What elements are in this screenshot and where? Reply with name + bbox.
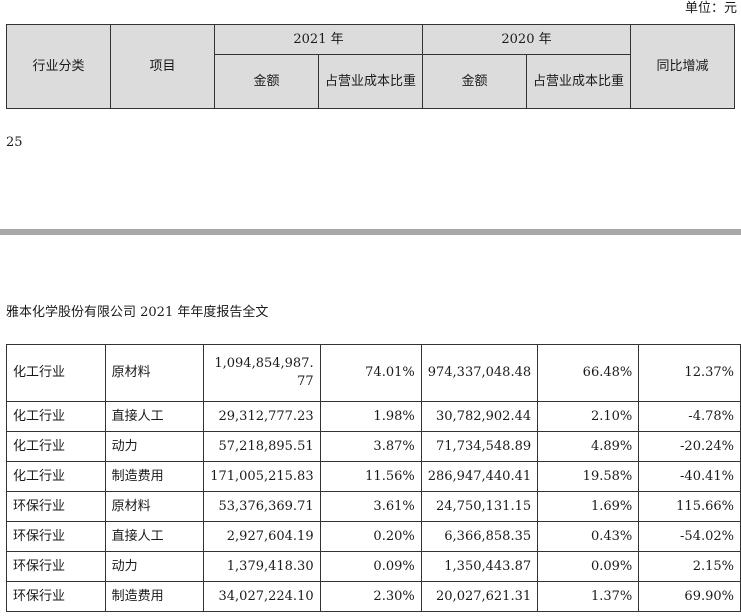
document-header: 雅本化学股份有限公司 2021 年年度报告全文 [6, 305, 269, 320]
cell-industry: 化工行业 [6, 431, 106, 462]
cell-ratio-2020: 1.37% [537, 581, 640, 612]
header-year-2021: 2021 年 [214, 24, 423, 55]
table-row: 化工行业 直接人工 29,312,777.23 1.98% 30,782,902… [6, 401, 741, 432]
cell-ratio-2020: 4.89% [537, 431, 640, 462]
header-ratio-2021: 占营业成本比重 [318, 54, 423, 109]
cell-industry: 环保行业 [6, 491, 106, 522]
cell-ratio-2020: 66.48% [537, 344, 640, 402]
cell-amount-2020: 6,366,858.35 [420, 521, 539, 552]
cell-industry: 环保行业 [6, 521, 106, 552]
cell-amount-2020: 1,350,443.87 [420, 551, 539, 582]
table-row: 环保行业 原材料 53,376,369.71 3.61% 24,750,131.… [6, 491, 741, 522]
cell-industry: 环保行业 [6, 551, 106, 582]
cell-item: 动力 [104, 431, 205, 462]
cell-amount-2020: 20,027,621.31 [420, 581, 539, 612]
header-amount-2020: 金额 [422, 54, 527, 109]
cell-yoy: 12.37% [638, 344, 741, 402]
cell-amount-2021: 1,094,854,987.77 [203, 344, 321, 402]
table-row: 环保行业 制造费用 34,027,224.10 2.30% 20,027,621… [6, 581, 741, 612]
table-row: 环保行业 动力 1,379,418.30 0.09% 1,350,443.87 … [6, 551, 741, 582]
header-year-2020: 2020 年 [422, 24, 631, 55]
header-yoy: 同比增减 [630, 24, 735, 109]
cell-item: 制造费用 [104, 461, 205, 492]
cell-yoy: 115.66% [638, 491, 741, 522]
cell-item: 动力 [104, 551, 205, 582]
page-break-divider [0, 229, 741, 235]
cell-item: 直接人工 [104, 401, 205, 432]
cell-item: 原材料 [104, 491, 205, 522]
table-row: 化工行业 动力 57,218,895.51 3.87% 71,734,548.8… [6, 431, 741, 462]
cell-amount-2021: 57,218,895.51 [203, 431, 321, 462]
cell-industry: 化工行业 [6, 401, 106, 432]
cell-amount-2020: 286,947,440.41 [420, 461, 539, 492]
cell-ratio-2021: 0.09% [319, 551, 422, 582]
cell-ratio-2020: 0.09% [537, 551, 640, 582]
cell-yoy: -40.41% [638, 461, 741, 492]
cell-amount-2020: 24,750,131.15 [420, 491, 539, 522]
cell-amount-2021: 1,379,418.30 [203, 551, 321, 582]
unit-label: 单位：元 [684, 1, 737, 16]
cell-ratio-2020: 1.69% [537, 491, 640, 522]
cell-amount-2021: 34,027,224.10 [203, 581, 321, 612]
header-industry: 行业分类 [6, 24, 111, 109]
page-number: 25 [6, 135, 23, 150]
cell-industry: 化工行业 [6, 461, 106, 492]
header-amount-2021: 金额 [214, 54, 319, 109]
cell-ratio-2020: 2.10% [537, 401, 640, 432]
cell-ratio-2020: 19.58% [537, 461, 640, 492]
cell-yoy: -4.78% [638, 401, 741, 432]
cell-amount-2021: 29,312,777.23 [203, 401, 321, 432]
cell-ratio-2021: 0.20% [319, 521, 422, 552]
cell-ratio-2021: 74.01% [319, 344, 422, 402]
cell-item: 原材料 [104, 344, 205, 402]
header-ratio-2020: 占营业成本比重 [526, 54, 631, 109]
cell-ratio-2020: 0.43% [537, 521, 640, 552]
cell-industry: 环保行业 [6, 581, 106, 612]
cell-amount-2021: 2,927,604.19 [203, 521, 321, 552]
header-item: 项目 [110, 24, 215, 109]
cell-item: 制造费用 [104, 581, 205, 612]
cell-ratio-2021: 1.98% [319, 401, 422, 432]
table-row: 环保行业 直接人工 2,927,604.19 0.20% 6,366,858.3… [6, 521, 741, 552]
cell-amount-2021: 171,005,215.83 [203, 461, 321, 492]
cell-amount-2020: 974,337,048.48 [420, 344, 539, 402]
cell-ratio-2021: 3.87% [319, 431, 422, 462]
cell-yoy: -20.24% [638, 431, 741, 462]
cost-table-body: 化工行业 原材料 1,094,854,987.77 74.01% 974,337… [6, 344, 741, 612]
cell-amount-2020: 30,782,902.44 [420, 401, 539, 432]
cell-ratio-2021: 3.61% [319, 491, 422, 522]
cell-ratio-2021: 2.30% [319, 581, 422, 612]
cost-table-header: 行业分类 项目 2021 年 2020 年 同比增减 金额 占营业成本比重 金额… [6, 24, 735, 109]
cell-ratio-2021: 11.56% [319, 461, 422, 492]
cell-yoy: 2.15% [638, 551, 741, 582]
table-row: 化工行业 原材料 1,094,854,987.77 74.01% 974,337… [6, 344, 741, 402]
cell-amount-2021: 53,376,369.71 [203, 491, 321, 522]
cell-yoy: 69.90% [638, 581, 741, 612]
cell-amount-2020: 71,734,548.89 [420, 431, 539, 462]
cell-yoy: -54.02% [638, 521, 741, 552]
cell-item: 直接人工 [104, 521, 205, 552]
table-row: 化工行业 制造费用 171,005,215.83 11.56% 286,947,… [6, 461, 741, 492]
cell-industry: 化工行业 [6, 344, 106, 402]
